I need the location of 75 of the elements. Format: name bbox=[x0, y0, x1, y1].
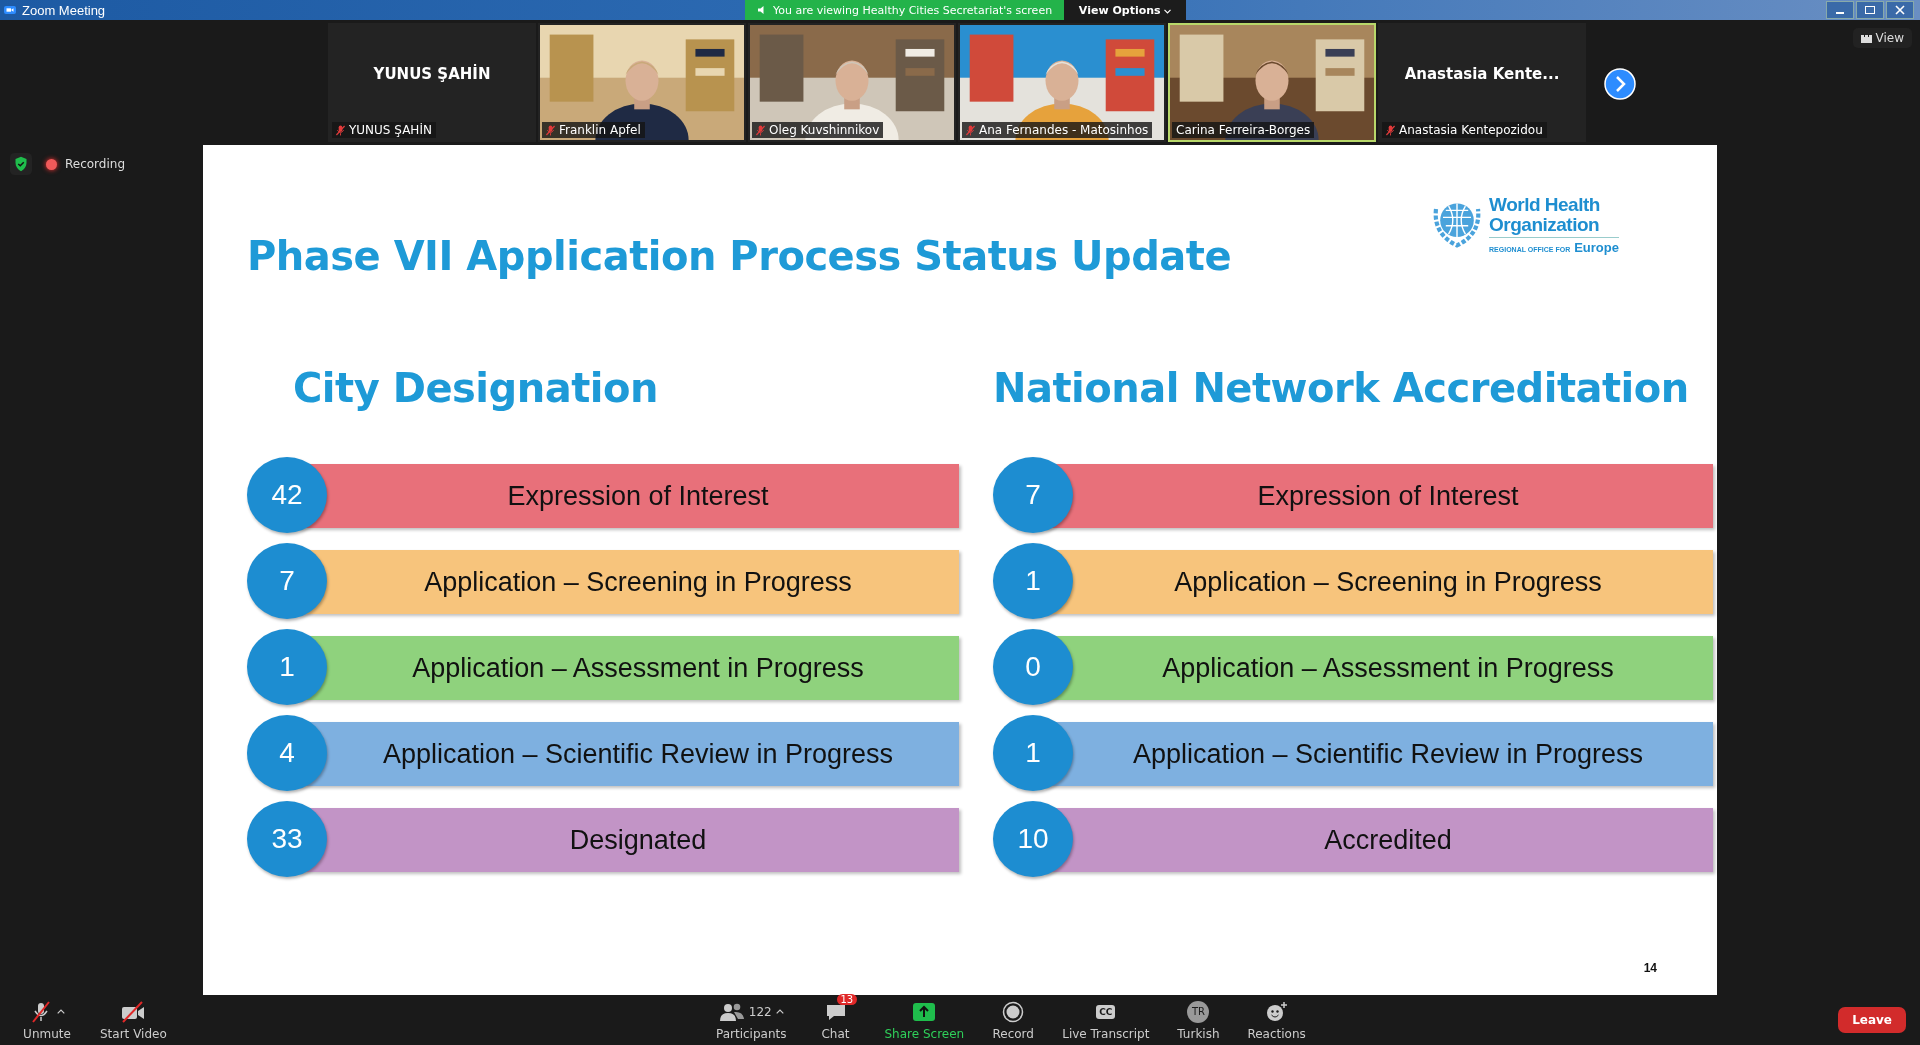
status-label: Designated bbox=[569, 824, 707, 856]
maximize-button[interactable] bbox=[1856, 1, 1884, 19]
participant-label: YUNUS ŞAHİN bbox=[349, 123, 432, 137]
video-tile[interactable]: Anastasia Kente... Anastasia Kentepozidou bbox=[1378, 23, 1586, 142]
view-options-button[interactable]: View Options bbox=[1064, 0, 1187, 20]
video-tile[interactable]: Carina Ferreira-Borges bbox=[1168, 23, 1376, 142]
reactions-button[interactable]: Reactions bbox=[1241, 997, 1312, 1043]
participant-label: Anastasia Kentepozidou bbox=[1399, 123, 1543, 137]
camera-icon bbox=[4, 4, 16, 16]
column-heading: National Network Accreditation bbox=[993, 365, 1690, 411]
people-icon bbox=[718, 1001, 745, 1022]
status-label: Expression of Interest bbox=[507, 480, 769, 512]
page-number: 14 bbox=[1643, 961, 1657, 975]
speaker-icon bbox=[756, 5, 767, 15]
status-label: Accredited bbox=[1324, 824, 1452, 856]
participant-label: Ana Fernandes - Matosinhos bbox=[979, 123, 1149, 137]
count-circle: 7 bbox=[993, 457, 1073, 533]
banner-text: You are viewing Healthy Cities Secretariat's screen bbox=[772, 3, 1053, 17]
count-circle: 1 bbox=[993, 543, 1073, 619]
record-icon bbox=[1002, 1000, 1025, 1023]
smiley-icon bbox=[1264, 1000, 1289, 1023]
participant-label: Franklin Apfel bbox=[559, 123, 641, 137]
count-circle: 4 bbox=[247, 715, 327, 791]
next-page-button[interactable] bbox=[1604, 68, 1636, 100]
caret-icon[interactable] bbox=[775, 1009, 784, 1014]
shield-icon[interactable] bbox=[10, 153, 32, 175]
count-circle: 1 bbox=[993, 715, 1073, 791]
status-label: Application – Scientific Review in Progress bbox=[382, 738, 894, 770]
participant-count: 122 bbox=[748, 1004, 772, 1019]
logo-text: World Health Organization bbox=[1489, 195, 1601, 235]
chevron-down-icon bbox=[1164, 8, 1172, 14]
minimize-button[interactable] bbox=[1826, 1, 1854, 19]
video-tile[interactable]: Franklin Apfel bbox=[538, 23, 746, 142]
record-button[interactable]: Record bbox=[980, 997, 1047, 1043]
participants-button[interactable]: 122 Participants bbox=[710, 997, 793, 1043]
status-label: Application – Screening in Progress bbox=[424, 566, 852, 598]
video-tile[interactable]: Oleg Kuvshinnikov bbox=[748, 23, 956, 142]
status-label: Application – Scientific Review in Progress bbox=[1132, 738, 1644, 770]
count-circle: 7 bbox=[247, 543, 327, 619]
participant-name: YUNUS ŞAHİN bbox=[373, 64, 491, 83]
lang-button[interactable]: TR Turkish bbox=[1165, 997, 1232, 1043]
participant-name: Anastasia Kente... bbox=[1404, 64, 1560, 83]
recording-indicator: Recording bbox=[46, 157, 126, 171]
unread-badge: 13 bbox=[836, 993, 858, 1005]
language-icon: TR bbox=[1187, 1000, 1210, 1023]
caret-icon[interactable] bbox=[57, 1009, 65, 1014]
count-circle: 1 bbox=[247, 629, 327, 705]
share-button[interactable]: Share Screen bbox=[878, 997, 971, 1043]
participant-label: Carina Ferreira-Borges bbox=[1176, 123, 1311, 137]
close-button[interactable] bbox=[1886, 1, 1914, 19]
count-circle: 33 bbox=[247, 801, 327, 877]
status-label: Application – Assessment in Progress bbox=[1162, 652, 1614, 684]
participant-label: Oleg Kuvshinnikov bbox=[769, 123, 880, 137]
unmute-button[interactable]: Unmute bbox=[14, 997, 80, 1043]
captions-icon: CC bbox=[1096, 1004, 1116, 1019]
status-label: Application – Screening in Progress bbox=[1174, 566, 1602, 598]
column-heading: City Designation bbox=[292, 365, 659, 411]
status-label: Application – Assessment in Progress bbox=[412, 652, 864, 684]
close-icon bbox=[1895, 5, 1905, 15]
count-circle: 0 bbox=[993, 629, 1073, 705]
count-circle: 10 bbox=[993, 801, 1073, 877]
video-off-icon bbox=[120, 999, 147, 1024]
video-tile[interactable]: YUNUS ŞAHİN YUNUS ŞAHİN bbox=[328, 23, 536, 142]
muted-mic-icon bbox=[29, 999, 53, 1024]
start-video-button[interactable]: Start Video bbox=[94, 997, 173, 1043]
slide-title: Phase VII Application Process Status Update bbox=[247, 233, 1231, 279]
share-screen-icon bbox=[913, 1002, 936, 1021]
count-circle: 42 bbox=[247, 457, 327, 533]
status-label: Expression of Interest bbox=[1257, 480, 1519, 512]
view-button[interactable]: View bbox=[1852, 28, 1912, 48]
logo-region: Europe bbox=[1574, 240, 1619, 255]
video-tile[interactable]: Ana Fernandes - Matosinhos bbox=[958, 23, 1166, 142]
leave-button[interactable]: Leave bbox=[1838, 1007, 1906, 1033]
window-title: Zoom Meeting bbox=[22, 2, 106, 18]
cc-button[interactable]: CC Live Transcript bbox=[1056, 997, 1156, 1043]
